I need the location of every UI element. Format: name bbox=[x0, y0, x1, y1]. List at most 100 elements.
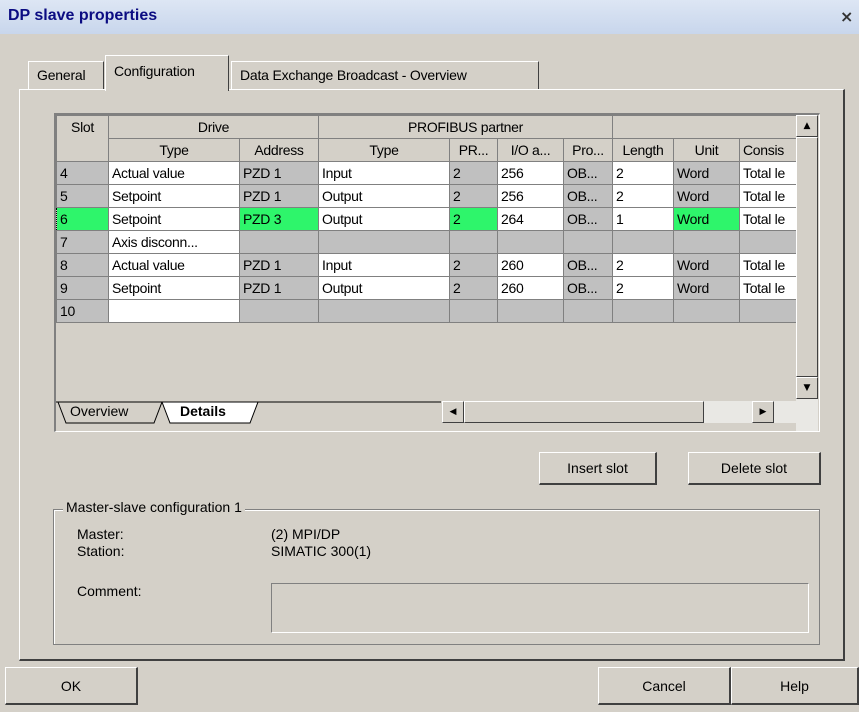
col-header-unit[interactable]: Unit bbox=[673, 138, 740, 162]
tab-configuration[interactable]: Configuration bbox=[105, 55, 229, 91]
consistency-cell[interactable]: Total le bbox=[739, 253, 800, 277]
partner-type-cell[interactable]: Input bbox=[318, 253, 450, 277]
drive-type-cell[interactable]: Axis disconn... bbox=[108, 230, 240, 254]
close-icon[interactable]: × bbox=[840, 6, 859, 28]
col-header-address[interactable]: Address bbox=[239, 138, 319, 162]
unit-cell[interactable]: Word bbox=[673, 161, 740, 185]
vertical-scrollbar[interactable]: ▲ ▼ bbox=[796, 115, 818, 431]
length-cell[interactable]: 2 bbox=[612, 253, 674, 277]
io-address-cell[interactable] bbox=[497, 299, 564, 323]
consistency-cell[interactable]: Total le bbox=[739, 207, 800, 231]
drive-type-cell[interactable]: Actual value bbox=[108, 161, 240, 185]
table-row[interactable]: 7 Axis disconn... bbox=[56, 230, 800, 254]
help-button[interactable]: Help bbox=[731, 667, 859, 705]
io-address-cell[interactable]: 260 bbox=[497, 276, 564, 300]
tab-data-exchange-broadcast[interactable]: Data Exchange Broadcast - Overview bbox=[231, 61, 539, 90]
io-address-cell[interactable]: 260 bbox=[497, 253, 564, 277]
partner-type-cell[interactable] bbox=[318, 299, 450, 323]
io-address-cell[interactable] bbox=[497, 230, 564, 254]
drive-type-cell[interactable]: Setpoint bbox=[108, 276, 240, 300]
length-cell[interactable] bbox=[612, 230, 674, 254]
table-row[interactable]: 5 Setpoint PZD 1 Output 2 256 OB... 2 Wo… bbox=[56, 184, 800, 208]
scroll-up-icon[interactable]: ▲ bbox=[796, 115, 818, 137]
consistency-cell[interactable] bbox=[739, 299, 800, 323]
scroll-down-icon[interactable]: ▼ bbox=[796, 377, 818, 399]
pr-cell[interactable] bbox=[449, 230, 498, 254]
pr-cell[interactable]: 2 bbox=[449, 207, 498, 231]
slot-cell[interactable]: 5 bbox=[56, 184, 109, 208]
unit-cell[interactable] bbox=[673, 230, 740, 254]
io-address-cell[interactable]: 256 bbox=[497, 184, 564, 208]
tab-general[interactable]: General bbox=[28, 61, 104, 90]
consistency-cell[interactable]: Total le bbox=[739, 276, 800, 300]
scroll-right-icon[interactable]: ▶ bbox=[752, 401, 774, 423]
drive-type-cell[interactable]: Setpoint bbox=[108, 207, 240, 231]
consistency-cell[interactable]: Total le bbox=[739, 161, 800, 185]
io-address-cell[interactable]: 256 bbox=[497, 161, 564, 185]
slot-cell[interactable]: 9 bbox=[56, 276, 109, 300]
io-address-cell[interactable]: 264 bbox=[497, 207, 564, 231]
drive-type-cell[interactable]: Setpoint bbox=[108, 184, 240, 208]
slot-cell[interactable]: 10 bbox=[56, 299, 109, 323]
table-row[interactable]: 4 Actual value PZD 1 Input 2 256 OB... 2… bbox=[56, 161, 800, 185]
process-image-cell[interactable] bbox=[563, 230, 613, 254]
horizontal-scrollbar[interactable]: ◀ ▶ bbox=[442, 401, 796, 423]
partner-type-cell[interactable] bbox=[318, 230, 450, 254]
consistency-cell[interactable]: Total le bbox=[739, 184, 800, 208]
consistency-cell[interactable] bbox=[739, 230, 800, 254]
length-cell[interactable]: 1 bbox=[612, 207, 674, 231]
pr-cell[interactable]: 2 bbox=[449, 184, 498, 208]
process-image-cell[interactable]: OB... bbox=[563, 276, 613, 300]
partner-type-cell[interactable]: Input bbox=[318, 161, 450, 185]
process-image-cell[interactable]: OB... bbox=[563, 253, 613, 277]
table-row[interactable]: 8 Actual value PZD 1 Input 2 260 OB... 2… bbox=[56, 253, 800, 277]
insert-slot-button[interactable]: Insert slot bbox=[539, 452, 657, 485]
unit-cell[interactable]: Word bbox=[673, 184, 740, 208]
address-cell[interactable]: PZD 1 bbox=[239, 276, 319, 300]
table-row[interactable]: 9 Setpoint PZD 1 Output 2 260 OB... 2 Wo… bbox=[56, 276, 800, 300]
address-cell[interactable] bbox=[239, 230, 319, 254]
unit-cell[interactable]: Word bbox=[673, 253, 740, 277]
slot-cell[interactable]: 8 bbox=[56, 253, 109, 277]
address-cell[interactable]: PZD 1 bbox=[239, 184, 319, 208]
pr-cell[interactable]: 2 bbox=[449, 161, 498, 185]
length-cell[interactable]: 2 bbox=[612, 276, 674, 300]
col-header-drive-type[interactable]: Type bbox=[108, 138, 240, 162]
drive-type-cell[interactable] bbox=[108, 299, 240, 323]
process-image-cell[interactable] bbox=[563, 299, 613, 323]
col-header-process-image[interactable]: Pro... bbox=[563, 138, 613, 162]
address-cell[interactable]: PZD 3 bbox=[239, 207, 319, 231]
partner-type-cell[interactable]: Output bbox=[318, 207, 450, 231]
col-header-length[interactable]: Length bbox=[612, 138, 674, 162]
pr-cell[interactable]: 2 bbox=[449, 253, 498, 277]
col-header-io-address[interactable]: I/O a... bbox=[497, 138, 564, 162]
col-header-consistency[interactable]: Consis bbox=[739, 138, 800, 162]
pr-cell[interactable]: 2 bbox=[449, 276, 498, 300]
unit-cell[interactable] bbox=[673, 299, 740, 323]
scroll-left-icon[interactable]: ◀ bbox=[442, 401, 464, 423]
table-row-selected[interactable]: 6 Setpoint PZD 3 Output 2 264 OB... 1 Wo… bbox=[56, 207, 800, 231]
col-header-pr[interactable]: PR... bbox=[449, 138, 498, 162]
partner-type-cell[interactable]: Output bbox=[318, 276, 450, 300]
cancel-button[interactable]: Cancel bbox=[598, 667, 731, 705]
partner-type-cell[interactable]: Output bbox=[318, 184, 450, 208]
address-cell[interactable]: PZD 1 bbox=[239, 253, 319, 277]
process-image-cell[interactable]: OB... bbox=[563, 161, 613, 185]
address-cell[interactable]: PZD 1 bbox=[239, 161, 319, 185]
unit-cell[interactable]: Word bbox=[673, 207, 740, 231]
length-cell[interactable]: 2 bbox=[612, 161, 674, 185]
pr-cell[interactable] bbox=[449, 299, 498, 323]
vertical-scroll-thumb[interactable] bbox=[796, 137, 818, 377]
slot-cell[interactable]: 4 bbox=[56, 161, 109, 185]
ok-button[interactable]: OK bbox=[5, 667, 138, 705]
delete-slot-button[interactable]: Delete slot bbox=[688, 452, 821, 485]
comment-field[interactable] bbox=[271, 583, 809, 633]
horizontal-scroll-thumb[interactable] bbox=[464, 401, 704, 423]
slot-cell[interactable]: 7 bbox=[56, 230, 109, 254]
length-cell[interactable] bbox=[612, 299, 674, 323]
process-image-cell[interactable]: OB... bbox=[563, 184, 613, 208]
col-header-partner-type[interactable]: Type bbox=[318, 138, 450, 162]
tab-details[interactable]: Details bbox=[180, 403, 226, 425]
address-cell[interactable] bbox=[239, 299, 319, 323]
slot-cell[interactable]: 6 bbox=[56, 207, 109, 231]
